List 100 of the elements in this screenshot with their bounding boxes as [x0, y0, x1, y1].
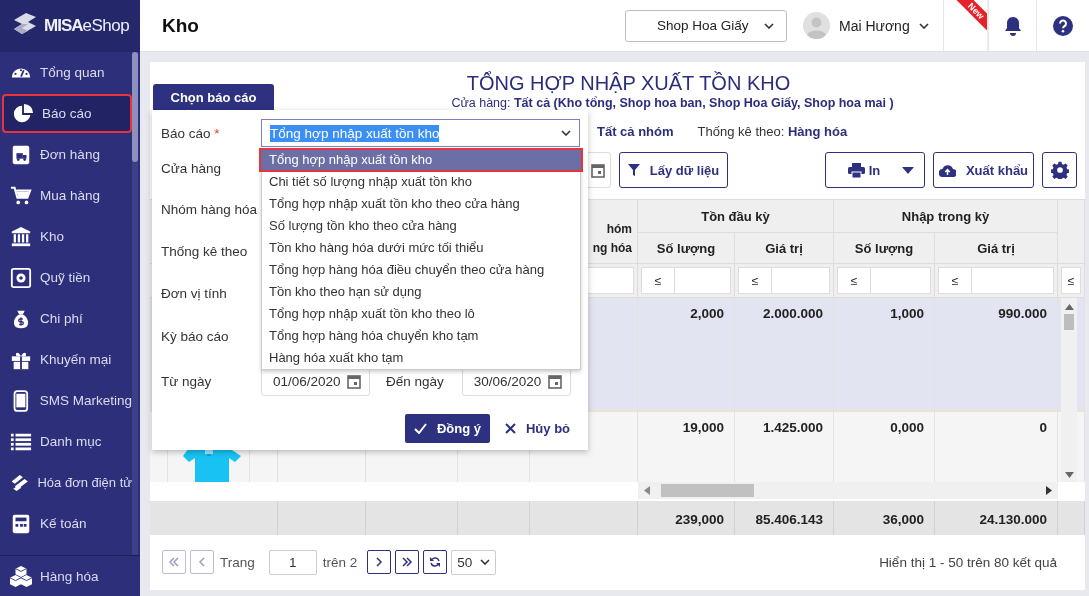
dropdown-option[interactable]: Số lượng tồn kho theo cửa hàng	[262, 215, 580, 237]
dropdown-option[interactable]: Tổng hợp nhập xuất tồn kho	[260, 149, 582, 171]
scroll-left-icon	[644, 486, 650, 495]
dialog-tab[interactable]: Chọn báo cáo	[153, 84, 274, 110]
print-button[interactable]: In	[825, 152, 925, 188]
ok-button[interactable]: Đồng ý	[405, 414, 490, 443]
field-label: Cửa hàng	[161, 160, 223, 176]
previous-page-button[interactable]	[190, 550, 214, 574]
scrollbar[interactable]	[132, 52, 138, 555]
dropdown-option[interactable]: Tổng hợp hàng hóa chuyển kho tạm	[262, 325, 580, 347]
cancel-button[interactable]: Hủy bỏ	[500, 414, 575, 443]
field-label: Đến ngày	[386, 373, 444, 389]
refresh-button[interactable]	[423, 550, 448, 574]
filter-operator[interactable]: ≤	[738, 267, 772, 294]
column-header: hóm	[606, 220, 632, 238]
column-header: Giá trị	[935, 233, 1058, 264]
chevron-down-icon	[561, 130, 571, 136]
chevron-down-icon	[480, 559, 491, 565]
column-group-header: Nhập trong kỳ	[834, 200, 1058, 233]
sidebar-item[interactable]: Báo cáo	[2, 94, 132, 133]
document-truck-icon	[10, 143, 32, 166]
close-icon	[504, 423, 516, 434]
scrollbar-thumb[interactable]	[132, 52, 138, 162]
calculator-icon	[10, 512, 32, 535]
bank-icon	[10, 225, 32, 248]
field-label: Thống kê theo	[161, 243, 249, 259]
filter-operator[interactable]: ≤	[837, 267, 871, 294]
field-label: Từ ngày	[161, 373, 213, 389]
scrollbar[interactable]	[1061, 298, 1077, 482]
previous-page-icon	[196, 556, 208, 568]
sidebar-item[interactable]: SMS Marketing	[0, 380, 132, 421]
first-page-button[interactable]	[162, 550, 186, 574]
last-page-button[interactable]	[395, 550, 420, 574]
calendar-icon	[347, 373, 361, 389]
scrollbar-thumb[interactable]	[661, 484, 754, 497]
dropdown-option[interactable]: Tổng hợp nhập xuất tồn kho theo cửa hàng	[262, 193, 580, 215]
scroll-up-icon	[1064, 304, 1074, 310]
total-cell: 85.406.143	[735, 501, 834, 535]
safe-icon	[10, 266, 32, 289]
scrollbar-thumb[interactable]	[1064, 314, 1074, 330]
dropdown-option[interactable]: Tổng hợp nhập xuất tồn kho theo lô	[262, 303, 580, 325]
sidebar-item[interactable]: Danh mục	[0, 421, 132, 462]
filter-field[interactable]	[972, 267, 1054, 294]
sidebar-item[interactable]: Mua hàng	[0, 175, 132, 216]
calendar-icon	[591, 162, 605, 178]
field-label: Kỳ báo cáo	[161, 329, 230, 344]
report-title: TỔNG HỢP NHẬP XUẤT TỒN KHO	[465, 72, 792, 94]
refresh-icon	[429, 556, 442, 568]
bell-icon	[1003, 15, 1022, 36]
dropdown-option[interactable]: Tổng hợp hàng hóa điều chuyển theo cửa hàng	[262, 259, 580, 281]
sidebar-item[interactable]: Tổng quan	[0, 52, 132, 93]
filter-icon	[627, 163, 640, 177]
boxes-icon	[10, 565, 32, 587]
filter-field[interactable]	[675, 267, 731, 294]
scrollbar[interactable]	[638, 482, 1058, 499]
filter-operator[interactable]: ≤	[938, 267, 972, 294]
cloud-upload-icon	[938, 163, 956, 177]
page-size-select[interactable]: 50	[451, 549, 497, 575]
settings-button[interactable]	[1042, 152, 1077, 188]
sidebar-item[interactable]: Hóa đơn điện tử	[0, 462, 132, 503]
result-summary: Hiển thị 1 - 50 trên 80 kết quả	[879, 554, 1058, 570]
pie-chart-icon	[12, 102, 34, 125]
cart-icon	[10, 184, 32, 207]
first-page-icon	[168, 556, 180, 568]
filter-operator[interactable]: ≤	[1061, 267, 1081, 294]
sidebar-item[interactable]: Chi phí	[0, 298, 132, 339]
field-label: Đơn vị tính	[161, 286, 228, 301]
sidebar-item[interactable]: Khuyến mại	[0, 339, 132, 380]
total-cell: 239,000	[638, 501, 735, 535]
fetch-data-button[interactable]: Lấy dữ liệu	[619, 152, 728, 188]
filter-field[interactable]	[772, 267, 830, 294]
export-button[interactable]: Xuất khẩu	[933, 152, 1034, 188]
total-cell: 24.130.000	[935, 501, 1058, 535]
next-page-button[interactable]	[367, 550, 392, 574]
caret-icon	[902, 166, 914, 174]
page-total: trên 2	[322, 554, 358, 570]
filter-operator[interactable]: ≤	[641, 267, 675, 294]
filter-field[interactable]	[871, 267, 931, 294]
last-page-icon	[401, 556, 414, 568]
table-cell: 2,000	[638, 298, 735, 411]
sidebar-item[interactable]: Kho	[0, 216, 132, 257]
chevron-down-icon	[918, 22, 929, 29]
field-label: Nhóm hàng hóa	[161, 201, 259, 217]
page-field[interactable]: 1	[268, 549, 317, 575]
printer-icon	[848, 162, 865, 178]
dropdown-option[interactable]: Tồn kho hàng hóa dưới mức tối thiểu	[262, 237, 580, 259]
sidebar-item[interactable]: Kế toán	[0, 503, 132, 544]
dropdown-option[interactable]: Chi tiết số lượng nhập xuất tồn kho	[262, 171, 580, 193]
sidebar-item[interactable]: Đơn hàng	[0, 134, 132, 175]
column-group-header: Tồn đầu kỳ	[638, 200, 834, 233]
dropdown-option[interactable]: Hàng hóa xuất kho tạm	[262, 347, 580, 369]
column-header: Số lượng	[638, 233, 735, 264]
scroll-down-icon	[1064, 472, 1074, 478]
sidebar-item[interactable]: Quỹ tiền	[0, 257, 132, 298]
user-menu[interactable]: Mai Hương	[803, 12, 943, 39]
report-statistic: Thống kê theo: Hàng hóa	[697, 124, 848, 139]
logo-text: MISAeShop	[44, 16, 130, 36]
table-cell: 2.000.000	[735, 298, 834, 411]
checkmark-icon	[413, 423, 427, 434]
shop-select[interactable]: Shop Hoa Giấy	[625, 9, 787, 42]
